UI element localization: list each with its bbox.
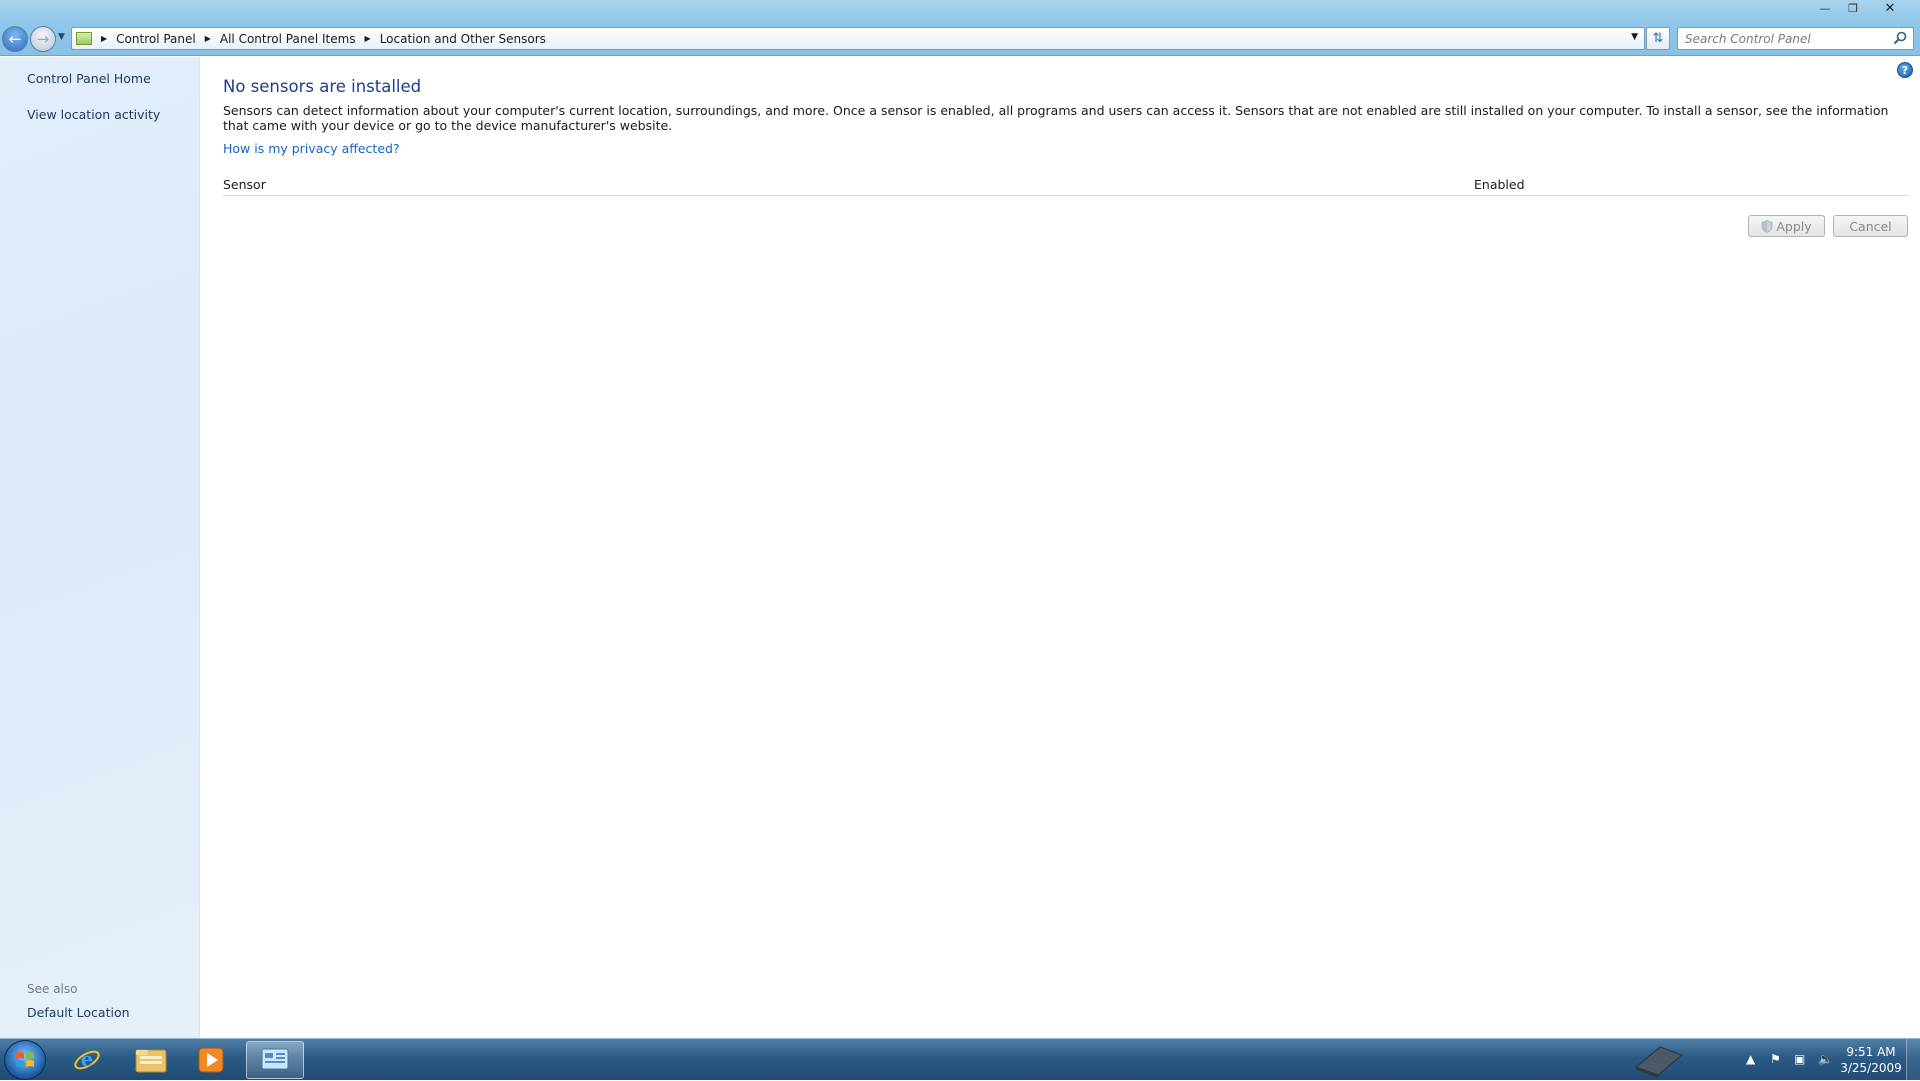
search-input[interactable] (1685, 31, 1885, 46)
breadcrumb-location-sensors[interactable]: Location and Other Sensors (374, 32, 552, 46)
control-panel-window: — ❐ ✕ ← → ▼ ▶ Control Panel ▶ All Contro… (0, 0, 1920, 1038)
action-center-flag-icon[interactable]: ⚑ (1770, 1052, 1781, 1066)
shield-icon (1761, 219, 1773, 233)
column-header-sensor[interactable]: Sensor (223, 177, 266, 192)
privacy-link[interactable]: How is my privacy affected? (223, 141, 400, 156)
left-task-pane: Control Panel Home View location activit… (0, 57, 200, 1038)
description-text: Sensors can detect information about you… (223, 103, 1889, 133)
svg-text:e: e (81, 1047, 94, 1071)
search-icon[interactable] (1893, 31, 1907, 45)
forward-button[interactable]: → (30, 26, 56, 52)
search-box[interactable] (1677, 27, 1914, 50)
window-chrome: — ❐ ✕ ← → ▼ ▶ Control Panel ▶ All Contro… (0, 0, 1920, 56)
address-dropdown-icon[interactable]: ▼ (1631, 32, 1638, 42)
minimize-button[interactable]: — (1812, 0, 1838, 17)
windows-logo-icon (16, 1052, 34, 1067)
clock[interactable]: 9:51 AM 3/25/2009 (1836, 1044, 1906, 1076)
control-panel-icon (76, 32, 92, 45)
apply-button[interactable]: Apply (1748, 215, 1825, 237)
back-arrow-icon: ← (8, 30, 22, 48)
column-header-enabled[interactable]: Enabled (1474, 177, 1525, 192)
recent-pages-dropdown[interactable]: ▼ (58, 32, 65, 42)
volume-icon[interactable]: 🔈 (1818, 1052, 1833, 1066)
navigation-row: ← → ▼ ▶ Control Panel ▶ All Control Pane… (0, 26, 1920, 52)
breadcrumb-control-panel[interactable]: Control Panel (110, 32, 202, 46)
address-bar[interactable]: ▶ Control Panel ▶ All Control Panel Item… (71, 27, 1645, 50)
control-panel-taskbar-button[interactable] (246, 1041, 304, 1079)
close-button[interactable]: ✕ (1868, 0, 1912, 17)
refresh-icon: ⇅ (1652, 31, 1664, 46)
page-title: No sensors are installed (223, 77, 422, 96)
default-location-link[interactable]: Default Location (27, 1005, 130, 1020)
show-hidden-icons-icon[interactable]: ▲ (1746, 1052, 1755, 1066)
media-player-icon (198, 1047, 224, 1073)
cancel-button[interactable]: Cancel (1833, 215, 1908, 237)
main-content: ? No sensors are installed Sensors can d… (200, 57, 1920, 1038)
internet-explorer-icon: e (74, 1047, 100, 1071)
breadcrumb-arrow-icon[interactable]: ▶ (362, 34, 374, 43)
breadcrumb-all-items[interactable]: All Control Panel Items (214, 32, 362, 46)
forward-arrow-icon: → (36, 30, 50, 48)
apply-button-label: Apply (1776, 218, 1812, 234)
see-also-label: See also (27, 982, 78, 996)
taskbar: e ▲ ⚑ ▣ 🔈 9:51 AM 3/25/2009 (0, 1038, 1920, 1081)
internet-explorer-taskbar-button[interactable]: e (58, 1041, 116, 1079)
maximize-button[interactable]: ❐ (1840, 0, 1866, 17)
notification-area: ▲ ⚑ ▣ 🔈 9:51 AM 3/25/2009 (1630, 1039, 1920, 1081)
breadcrumb-arrow-icon[interactable]: ▶ (98, 34, 110, 43)
back-button[interactable]: ← (2, 26, 28, 52)
clock-date: 3/25/2009 (1840, 1061, 1902, 1075)
control-panel-home-link[interactable]: Control Panel Home (27, 71, 151, 86)
start-button[interactable] (4, 1040, 46, 1080)
media-player-taskbar-button[interactable] (182, 1041, 240, 1079)
caption-buttons: — ❐ ✕ (1812, 0, 1912, 17)
breadcrumb-arrow-icon[interactable]: ▶ (202, 34, 214, 43)
clock-time: 9:51 AM (1846, 1045, 1896, 1059)
view-location-activity-link[interactable]: View location activity (27, 107, 160, 122)
network-icon[interactable]: ▣ (1794, 1052, 1805, 1066)
refresh-button[interactable]: ⇅ (1646, 27, 1670, 50)
show-desktop-button[interactable] (1906, 1039, 1920, 1081)
help-icon[interactable]: ? (1897, 62, 1913, 78)
windows-explorer-icon (135, 1049, 167, 1073)
windows-explorer-taskbar-button[interactable] (122, 1041, 180, 1079)
control-panel-icon (261, 1048, 289, 1070)
sensor-table-header: Sensor Enabled (223, 177, 1909, 196)
book-gadget-icon[interactable] (1630, 1043, 1686, 1079)
cancel-button-label: Cancel (1849, 218, 1892, 234)
